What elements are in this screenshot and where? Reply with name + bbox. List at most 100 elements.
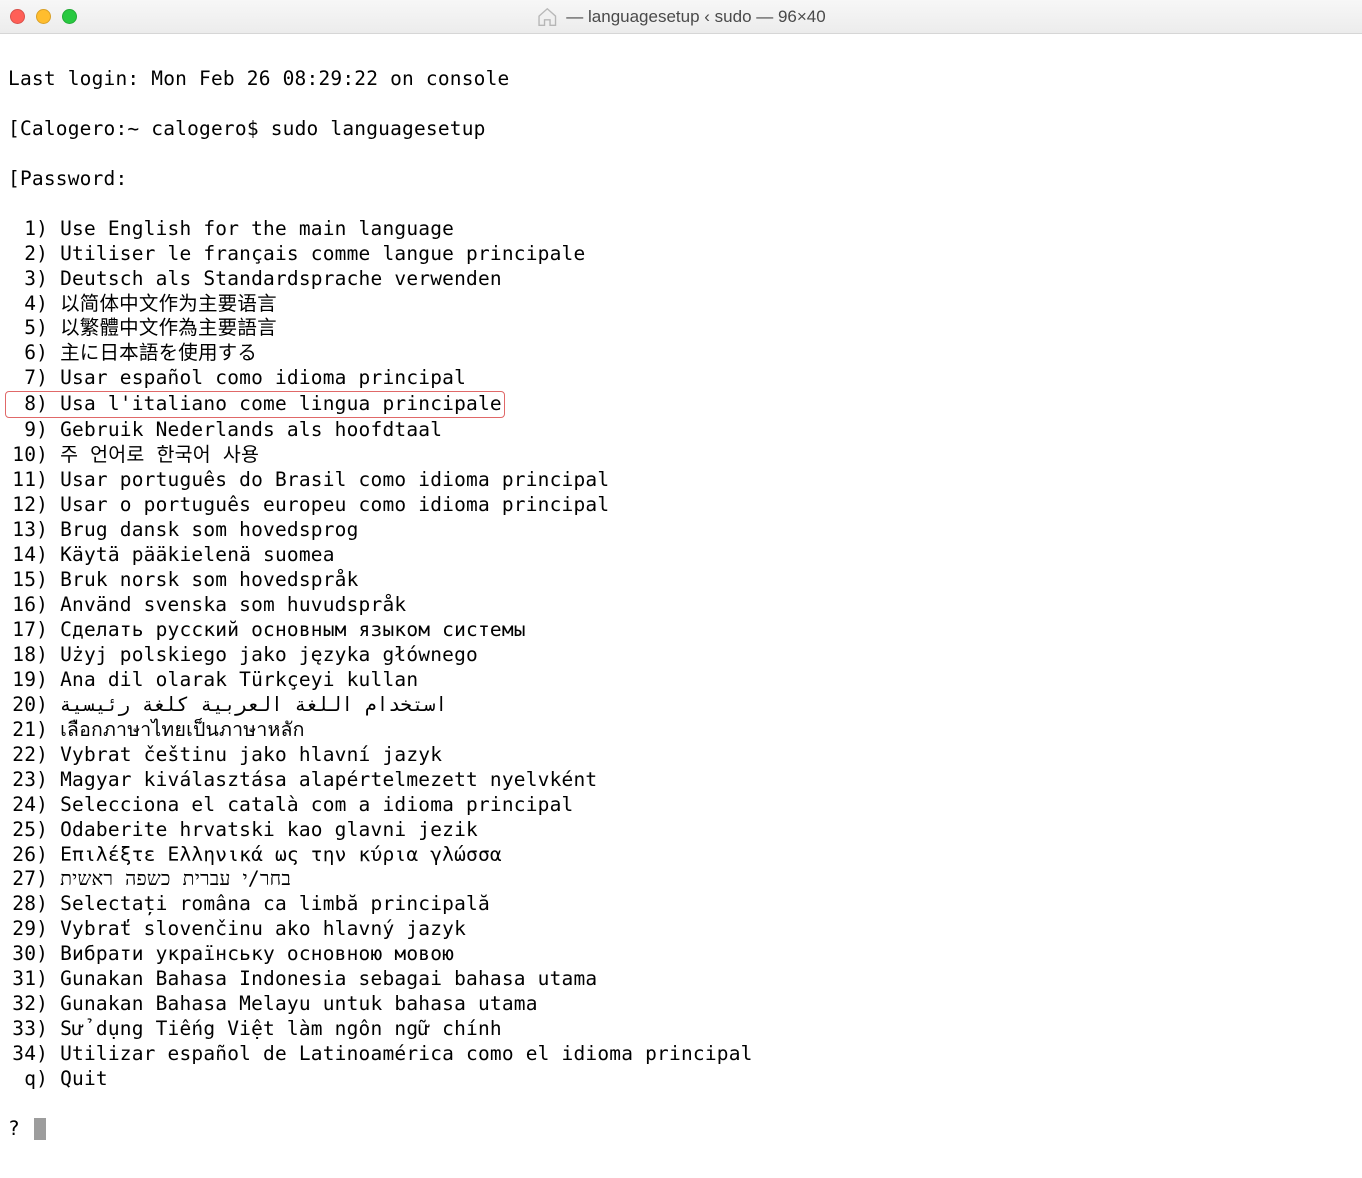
option-number: 16 <box>8 593 36 618</box>
option-number: 7 <box>8 366 36 391</box>
language-option: 16) Använd svenska som huvudspråk <box>8 593 1354 618</box>
option-text: Vybrat češtinu jako hlavní jazyk <box>60 743 442 766</box>
cursor <box>34 1118 46 1140</box>
option-number: 10 <box>8 443 36 468</box>
language-option: 31) Gunakan Bahasa Indonesia sebagai bah… <box>8 967 1354 992</box>
option-number: 1 <box>8 217 36 242</box>
option-number: 11 <box>8 468 36 493</box>
option-number: 17 <box>8 618 36 643</box>
language-option: 20) استخدام اللغة العربية كلغة رئيسية <box>8 693 1354 718</box>
option-text: 以繁體中文作為主要語言 <box>60 316 277 339</box>
option-text: استخدام اللغة العربية كلغة رئيسية <box>60 693 447 716</box>
option-number: 26 <box>8 843 36 868</box>
language-option: 21) เลือกภาษาไทยเป็นภาษาหลัก <box>8 718 1354 743</box>
option-number: 12 <box>8 493 36 518</box>
option-number: 14 <box>8 543 36 568</box>
option-number: 27 <box>8 867 36 892</box>
option-text: Odaberite hrvatski kao glavni jezik <box>60 818 478 841</box>
option-text: Utiliser le français comme langue princi… <box>60 242 585 265</box>
option-text: Använd svenska som huvudspråk <box>60 593 406 616</box>
option-text: Selecciona el català com a idioma princi… <box>60 793 573 816</box>
option-text: 以简体中文作为主要语言 <box>60 292 277 315</box>
prompt-line: [Calogero:~ calogero$ sudo languagesetup <box>8 117 1354 142</box>
command-text: Calogero:~ calogero$ sudo languagesetup <box>20 117 486 140</box>
language-option: 22) Vybrat češtinu jako hlavní jazyk <box>8 743 1354 768</box>
language-option: 17) Сделать русский основным языком сист… <box>8 618 1354 643</box>
option-text: Utilizar español de Latinoamérica como e… <box>60 1042 753 1065</box>
option-number: 20 <box>8 693 36 718</box>
language-option: 24) Selecciona el català com a idioma pr… <box>8 793 1354 818</box>
option-number: 18 <box>8 643 36 668</box>
language-option: 34) Utilizar español de Latinoamérica co… <box>8 1042 1354 1067</box>
option-text: Usar português do Brasil como idioma pri… <box>60 468 609 491</box>
prompt-char: ? <box>8 1117 20 1140</box>
option-text: Επιλέξτε Ελληνικά ως την κύρια γλώσσα <box>60 843 502 866</box>
option-number: 9 <box>8 418 36 443</box>
option-text: Gebruik Nederlands als hoofdtaal <box>60 418 442 441</box>
language-options-list: 1) Use English for the main language 2) … <box>8 217 1354 1092</box>
option-text: Użyj polskiego jako języka głównego <box>60 643 478 666</box>
traffic-lights <box>10 9 77 24</box>
home-icon <box>536 6 558 28</box>
last-login-line: Last login: Mon Feb 26 08:29:22 on conso… <box>8 67 1354 92</box>
language-option: 18) Użyj polskiego jako języka głównego <box>8 643 1354 668</box>
option-number: 2 <box>8 242 36 267</box>
option-text: בחר/י עברית כשפה ראשית <box>60 867 291 890</box>
option-text: Usa l'italiano come lingua principale <box>60 392 502 415</box>
option-number: 6 <box>8 341 36 366</box>
option-text: Quit <box>60 1067 108 1090</box>
option-number: 22 <box>8 743 36 768</box>
option-text: Вибрати українську основною мовою <box>60 942 454 965</box>
option-number: 13 <box>8 518 36 543</box>
option-text: Brug dansk som hovedsprog <box>60 518 359 541</box>
option-text: Sử dụng Tiếng Việt làm ngôn ngữ chính <box>60 1017 502 1040</box>
option-number: 29 <box>8 917 36 942</box>
language-option: 23) Magyar kiválasztása alapértelmezett … <box>8 768 1354 793</box>
language-option: 4) 以简体中文作为主要语言 <box>8 292 1354 317</box>
minimize-button[interactable] <box>36 9 51 24</box>
language-option: 15) Bruk norsk som hovedspråk <box>8 568 1354 593</box>
language-option: q) Quit <box>8 1067 1354 1092</box>
window-title: — languagesetup ‹ sudo — 96×40 <box>566 7 825 27</box>
option-text: 주 언어로 한국어 사용 <box>60 443 259 466</box>
close-button[interactable] <box>10 9 25 24</box>
window-titlebar: — languagesetup ‹ sudo — 96×40 <box>0 0 1362 34</box>
language-option: 25) Odaberite hrvatski kao glavni jezik <box>8 818 1354 843</box>
language-option: 12) Usar o português europeu como idioma… <box>8 493 1354 518</box>
language-option: 7) Usar español como idioma principal <box>8 366 1354 391</box>
option-number: 5 <box>8 316 36 341</box>
option-text: Usar o português europeu como idioma pri… <box>60 493 609 516</box>
option-text: Gunakan Bahasa Melayu untuk bahasa utama <box>60 992 538 1015</box>
option-number: 28 <box>8 892 36 917</box>
option-number: 24 <box>8 793 36 818</box>
option-number: 3 <box>8 267 36 292</box>
option-text: Deutsch als Standardsprache verwenden <box>60 267 502 290</box>
input-prompt[interactable]: ? <box>8 1117 1354 1142</box>
option-text: Käytä pääkielenä suomea <box>60 543 335 566</box>
terminal-content[interactable]: Last login: Mon Feb 26 08:29:22 on conso… <box>0 34 1362 1175</box>
language-option: 13) Brug dansk som hovedsprog <box>8 518 1354 543</box>
highlighted-option: 8) Usa l'italiano come lingua principale <box>5 391 505 418</box>
language-option: 5) 以繁體中文作為主要語言 <box>8 316 1354 341</box>
language-option: 30) Вибрати українську основною мовою <box>8 942 1354 967</box>
language-option: 19) Ana dil olarak Türkçeyi kullan <box>8 668 1354 693</box>
language-option: 26) Επιλέξτε Ελληνικά ως την κύρια γλώσσ… <box>8 843 1354 868</box>
language-option: 11) Usar português do Brasil como idioma… <box>8 468 1354 493</box>
language-option: 2) Utiliser le français comme langue pri… <box>8 242 1354 267</box>
option-number: 32 <box>8 992 36 1017</box>
language-option: 27) בחר/י עברית כשפה ראשית <box>8 867 1354 892</box>
option-text: Magyar kiválasztása alapértelmezett nyel… <box>60 768 597 791</box>
option-number: 15 <box>8 568 36 593</box>
option-number: 34 <box>8 1042 36 1067</box>
language-option: 32) Gunakan Bahasa Melayu untuk bahasa u… <box>8 992 1354 1017</box>
password-label: Password: <box>20 167 127 190</box>
option-number: 8 <box>8 392 36 417</box>
option-number: 21 <box>8 718 36 743</box>
language-option: 8) Usa l'italiano come lingua principale <box>8 391 1354 418</box>
language-option: 3) Deutsch als Standardsprache verwenden <box>8 267 1354 292</box>
language-option: 29) Vybrať slovenčinu ako hlavný jazyk <box>8 917 1354 942</box>
option-number: 25 <box>8 818 36 843</box>
option-text: Usar español como idioma principal <box>60 366 466 389</box>
option-number: 31 <box>8 967 36 992</box>
maximize-button[interactable] <box>62 9 77 24</box>
